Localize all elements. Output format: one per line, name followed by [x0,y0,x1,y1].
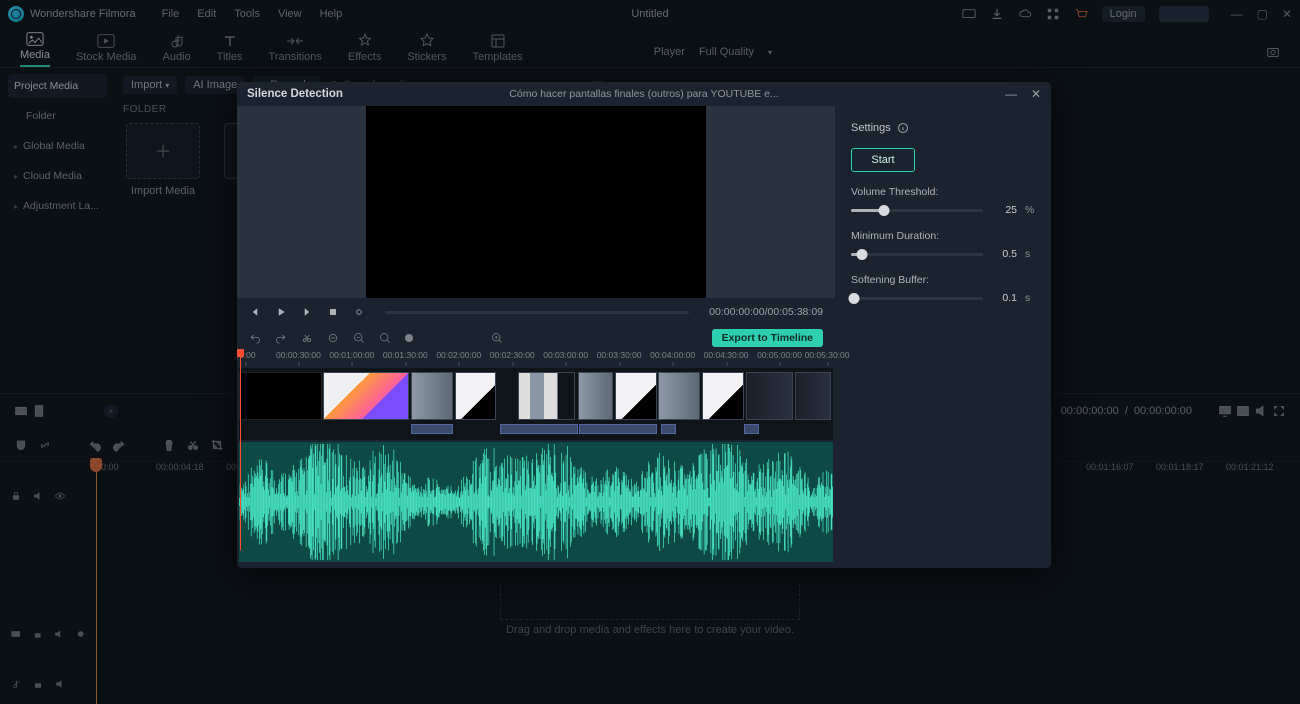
video-clip[interactable] [455,372,497,420]
start-button[interactable]: Start [851,148,915,172]
param-unit: % [1025,204,1035,216]
ruler-tick: 00:04:00:00 [650,350,695,360]
start-label: Start [871,154,894,166]
dialog-transport: 00:00:00:00/00:05:38:09 [237,298,835,326]
audio-segment[interactable] [579,424,656,434]
info-icon[interactable] [897,122,909,134]
zoom-reset-icon[interactable] [379,332,391,344]
dialog-settings-panel: Settings Start Volume Threshold: 25 % Mi… [835,106,1051,568]
ruler-tick: 00:05:00:00 [757,350,802,360]
dialog-close-icon[interactable]: ✕ [1031,87,1041,101]
redo-icon[interactable] [275,332,287,344]
zoom-in-icon[interactable] [491,332,503,344]
ruler-tick: 00:02:30:00 [490,350,535,360]
dialog-playhead[interactable] [240,350,241,550]
param-label: Softening Buffer: [851,274,1035,286]
minimum-duration-slider[interactable] [851,253,983,256]
ruler-tick: 00:05:30:00 [805,350,850,360]
zoom-knob[interactable] [405,334,413,342]
param-unit: s [1025,248,1035,260]
dialog-video-track[interactable] [239,368,833,440]
param-volume-threshold: Volume Threshold: 25 % [851,186,1035,216]
dialog-waveform[interactable] [239,442,833,562]
delete-icon[interactable] [327,332,339,344]
audio-segment[interactable] [500,424,577,434]
video-clip[interactable] [746,372,794,420]
param-minimum-duration: Minimum Duration: 0.5 s [851,230,1035,260]
softening-buffer-slider[interactable] [851,297,983,300]
ruler-tick: 00:01:00:00 [329,350,374,360]
dialog-left: 00:00:00:00/00:05:38:09 Export to Timeli… [237,106,835,568]
video-clip[interactable] [323,372,409,420]
undo-icon[interactable] [249,332,261,344]
marker-icon[interactable] [353,306,365,318]
param-label: Volume Threshold: [851,186,1035,198]
video-clip[interactable] [239,372,322,420]
ruler-tick: 00:03:30:00 [597,350,642,360]
audio-segment[interactable] [411,424,453,434]
param-softening-buffer: Softening Buffer: 0.1 s [851,274,1035,304]
param-unit: s [1025,292,1035,304]
dialog-filename: Cómo hacer pantallas finales (outros) pa… [509,88,778,100]
ruler-tick: 00:03:00:00 [543,350,588,360]
video-clip[interactable] [658,372,700,420]
video-clip[interactable] [795,372,831,420]
param-value[interactable]: 0.1 [991,292,1017,304]
dialog-minimize-icon[interactable]: — [1005,87,1017,101]
export-to-timeline-button[interactable]: Export to Timeline [712,329,823,347]
cut-icon[interactable] [301,332,313,344]
dialog-preview [237,106,835,298]
settings-label: Settings [851,122,891,134]
zoom-out-icon[interactable] [353,332,365,344]
stop-icon[interactable] [327,306,339,318]
ruler-tick: 00:04:30:00 [704,350,749,360]
volume-threshold-slider[interactable] [851,209,983,212]
audio-segment[interactable] [744,424,759,434]
transport-scrubber[interactable] [385,311,689,314]
audio-segment[interactable] [661,424,676,434]
dialog-titlebar[interactable]: Silence Detection Cómo hacer pantallas f… [237,82,1051,106]
dialog-title: Silence Detection [247,88,343,100]
export-label: Export to Timeline [722,332,813,344]
video-clip[interactable] [578,372,614,420]
param-value[interactable]: 25 [991,204,1017,216]
transport-timecode: 00:00:00:00/00:05:38:09 [709,306,823,318]
param-value[interactable]: 0.5 [991,248,1017,260]
video-clip[interactable] [702,372,744,420]
waveform-svg [239,442,833,562]
prev-frame-icon[interactable] [249,306,261,318]
dialog-ruler[interactable]: 00:00 00:00:30:00 00:01:00:00 00:01:30:0… [239,350,833,368]
next-frame-icon[interactable] [301,306,313,318]
silence-detection-dialog: Silence Detection Cómo hacer pantallas f… [237,82,1051,568]
ruler-tick: 00:01:30:00 [383,350,428,360]
dialog-mini-tools: Export to Timeline [237,326,835,350]
settings-heading: Settings [851,122,1035,134]
video-clip[interactable] [615,372,657,420]
video-clip[interactable] [411,372,453,420]
video-clip[interactable] [518,372,574,420]
ruler-tick: 00:02:00:00 [436,350,481,360]
play-icon[interactable] [275,306,287,318]
ruler-tick: 00:00:30:00 [276,350,321,360]
preview-video-frame [366,106,706,298]
param-label: Minimum Duration: [851,230,1035,242]
